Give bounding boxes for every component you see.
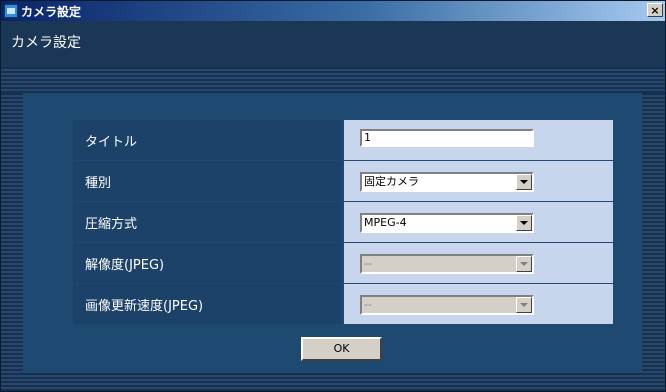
decorative-stripes-right: [642, 93, 665, 373]
title-input[interactable]: 1: [360, 129, 534, 147]
form-row-refresh-rate: 画像更新速度(JPEG) --: [73, 284, 613, 325]
title-value-cell: 1: [344, 120, 613, 160]
type-value-cell: 固定カメラ: [344, 161, 613, 201]
refresh-rate-select-value: --: [364, 298, 372, 311]
page-header: カメラ設定: [1, 21, 665, 67]
settings-form: タイトル 1 種別 固定カメラ 圧縮方式 MPEG-4 解像度(JPEG) --…: [73, 120, 613, 325]
resolution-value-cell: --: [344, 243, 613, 283]
chevron-down-icon[interactable]: [516, 215, 532, 231]
resolution-select: --: [360, 254, 534, 274]
chevron-down-icon[interactable]: [516, 174, 532, 190]
resolution-label: 解像度(JPEG): [73, 243, 341, 283]
compression-select-value: MPEG-4: [364, 216, 407, 229]
refresh-rate-value-cell: --: [344, 284, 613, 324]
title-label: タイトル: [73, 120, 341, 160]
chevron-down-icon: [516, 297, 532, 313]
chevron-down-icon: [516, 256, 532, 272]
type-label: 種別: [73, 161, 341, 201]
type-select-value: 固定カメラ: [364, 175, 419, 188]
form-row-compression: 圧縮方式 MPEG-4: [73, 202, 613, 243]
compression-select[interactable]: MPEG-4: [360, 213, 534, 233]
title-bar[interactable]: カメラ設定 ×: [1, 1, 665, 21]
window-title: カメラ設定: [21, 4, 82, 19]
decorative-stripes-top: [1, 67, 665, 93]
form-row-resolution: 解像度(JPEG) --: [73, 243, 613, 284]
type-select[interactable]: 固定カメラ: [360, 172, 534, 192]
compression-value-cell: MPEG-4: [344, 202, 613, 242]
compression-label: 圧縮方式: [73, 202, 341, 242]
form-row-type: 種別 固定カメラ: [73, 161, 613, 202]
ok-button[interactable]: OK: [301, 337, 382, 361]
refresh-rate-select: --: [360, 295, 534, 315]
resolution-select-value: --: [364, 257, 372, 270]
form-row-title: タイトル 1: [73, 120, 613, 161]
decorative-stripes-left: [1, 93, 23, 373]
decorative-stripes-bottom: [1, 373, 665, 391]
refresh-rate-label: 画像更新速度(JPEG): [73, 284, 341, 324]
page-title: カメラ設定: [11, 35, 81, 51]
camera-settings-window: カメラ設定 × カメラ設定 タイトル 1 種別 固定カメラ 圧縮方式 MPEG-…: [0, 0, 666, 392]
close-button[interactable]: ×: [647, 3, 663, 17]
camera-app-icon: [4, 4, 18, 18]
